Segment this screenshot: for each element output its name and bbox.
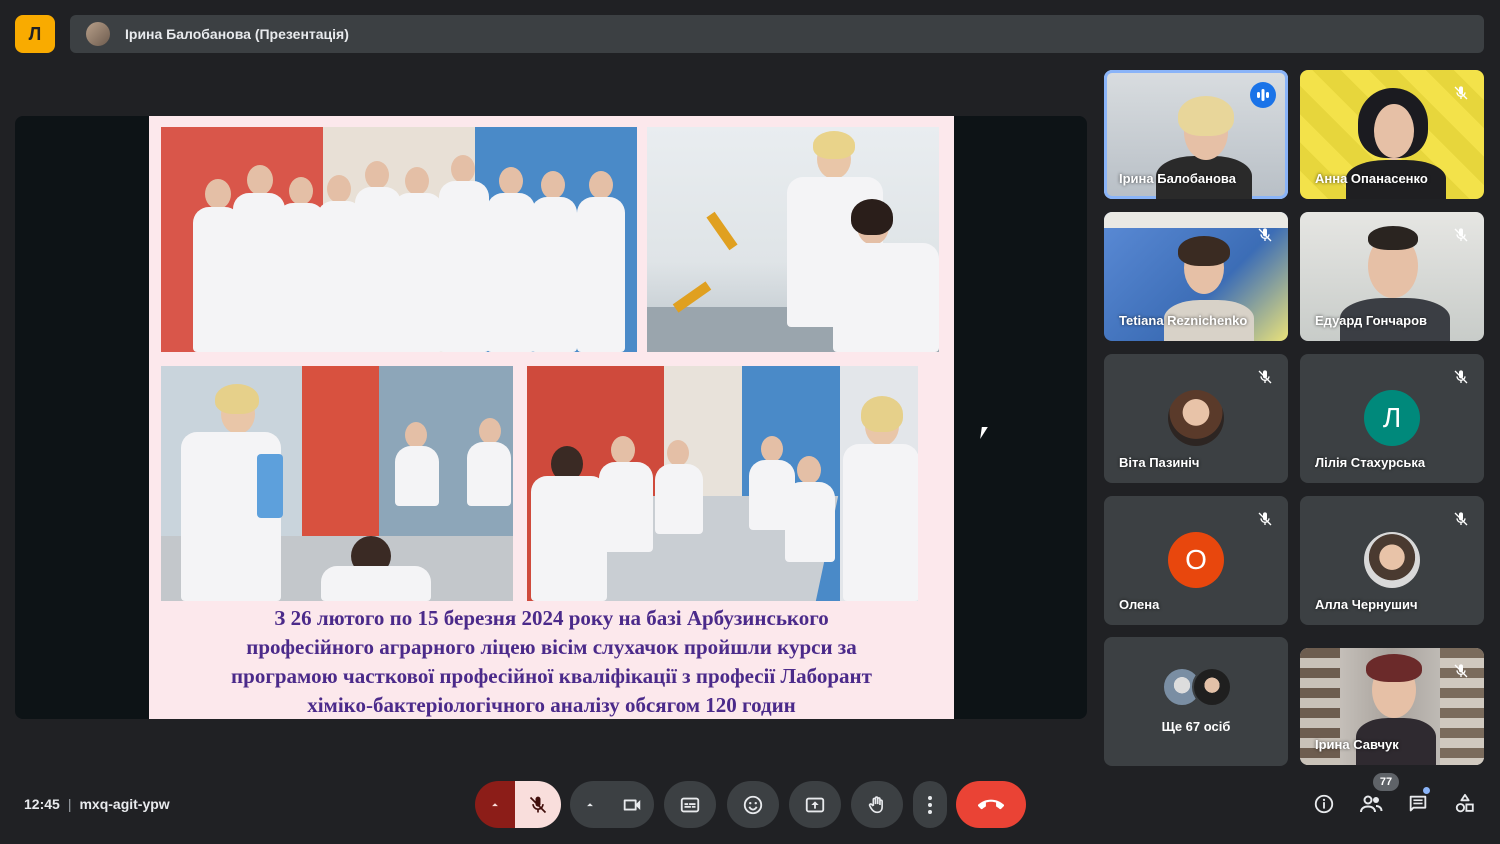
caption-line: програмою часткової професійної кваліфік… (231, 664, 872, 688)
speaking-indicator-icon (1250, 82, 1276, 108)
presenter-title: Ірина Балобанова (Презентація) (125, 26, 349, 42)
participant-name: Tetiana Reznichenko (1119, 313, 1248, 328)
participant-tile[interactable]: Tetiana Reznichenko (1104, 212, 1288, 341)
slide-photo-lab (647, 127, 939, 352)
chevron-up-icon (587, 802, 593, 806)
captions-button[interactable] (664, 781, 716, 828)
mic-off-icon (1256, 368, 1274, 386)
slide-caption: З 26 лютого по 15 березня 2024 року на б… (159, 604, 944, 719)
slide-photo-classroom (161, 366, 513, 601)
participant-tile[interactable]: О Олена (1104, 496, 1288, 625)
participants-count-badge: 77 (1373, 773, 1399, 791)
meeting-code: mxq-agit-ypw (79, 796, 170, 812)
reactions-button[interactable] (727, 781, 779, 828)
leave-call-button[interactable] (956, 781, 1026, 828)
info-icon (1314, 794, 1334, 814)
mic-off-icon (1452, 510, 1470, 528)
people-icon (1360, 795, 1383, 813)
participant-tile[interactable]: Анна Опанасенко (1300, 70, 1484, 199)
clock-time: 12:45 (24, 796, 60, 812)
caption-line: хіміко-бактеріологічного аналізу обсягом… (307, 693, 796, 717)
caption-line: професійного аграрного ліцею вісім слуха… (246, 635, 857, 659)
hand-icon (868, 795, 883, 813)
participant-tile[interactable]: Л Лілія Стахурська (1300, 354, 1484, 483)
chat-icon (1409, 795, 1427, 812)
participant-name: Едуард Гончаров (1315, 313, 1428, 328)
chat-notification-dot (1423, 787, 1430, 794)
more-vertical-icon (928, 795, 932, 814)
closed-captions-icon (680, 797, 700, 812)
video-options-button[interactable] (570, 781, 610, 828)
participant-name: Анна Опанасенко (1315, 171, 1428, 186)
more-participants-tile[interactable]: Ще 67 осіб (1104, 637, 1288, 766)
hang-up-icon (978, 799, 1004, 809)
app-logo: Л (15, 15, 55, 53)
participant-tile[interactable]: Ірина Савчук (1300, 648, 1484, 765)
present-screen-button[interactable] (789, 781, 841, 828)
activities-icon (1455, 793, 1474, 813)
present-screen-icon (805, 797, 825, 812)
mic-off-icon (1452, 226, 1470, 244)
participant-name: Віта Пазиніч (1119, 455, 1200, 470)
mic-toggle-button[interactable] (515, 781, 561, 828)
avatar (1364, 532, 1420, 588)
mic-off-icon (1452, 368, 1470, 386)
participant-tile[interactable]: Едуард Гончаров (1300, 212, 1484, 341)
presentation-slide: З 26 лютого по 15 березня 2024 року на б… (149, 116, 954, 719)
emoji-icon (743, 795, 763, 814)
camera-toggle-button[interactable] (610, 781, 654, 828)
participant-tile[interactable]: Віта Пазиніч (1104, 354, 1288, 483)
more-participants-avatars (1162, 667, 1232, 707)
chat-button[interactable] (1406, 792, 1430, 816)
avatar: О (1168, 532, 1224, 588)
slide-photo-lab-group (527, 366, 918, 601)
participant-name: Ірина Балобанова (1119, 171, 1236, 186)
presentation-stage: З 26 лютого по 15 березня 2024 року на б… (15, 116, 1087, 719)
participant-name: Лілія Стахурська (1315, 455, 1426, 470)
avatar (1168, 390, 1224, 446)
meeting-info: 12:45 | mxq-agit-ypw (24, 796, 170, 812)
mic-off-icon (1256, 510, 1274, 528)
chevron-up-icon (492, 802, 498, 806)
mic-off-icon (1452, 84, 1470, 102)
mic-off-icon (529, 796, 547, 813)
avatar: Л (1364, 390, 1420, 446)
participant-tile[interactable]: Ірина Балобанова (1104, 70, 1288, 199)
more-participants-label: Ще 67 осіб (1161, 719, 1231, 734)
activities-button[interactable] (1453, 792, 1477, 816)
participant-name: Алла Чернушич (1315, 597, 1418, 612)
participant-tile[interactable]: Алла Чернушич (1300, 496, 1484, 625)
participant-name: Ірина Савчук (1315, 737, 1399, 752)
video-camera-icon (623, 799, 641, 810)
people-button[interactable] (1359, 792, 1383, 816)
more-options-button[interactable] (913, 781, 947, 828)
mic-off-icon (1256, 226, 1274, 244)
participant-name: Олена (1119, 597, 1160, 612)
mouse-cursor-icon (980, 427, 992, 439)
caption-line: З 26 лютого по 15 березня 2024 року на б… (274, 606, 829, 630)
presenter-avatar (86, 22, 110, 46)
slide-photo-group (161, 127, 637, 352)
presenter-bar[interactable]: Ірина Балобанова (Презентація) (70, 15, 1484, 53)
mic-off-icon (1452, 662, 1470, 680)
raise-hand-button[interactable] (851, 781, 903, 828)
meeting-details-button[interactable] (1312, 792, 1336, 816)
audio-options-button[interactable] (475, 781, 515, 828)
